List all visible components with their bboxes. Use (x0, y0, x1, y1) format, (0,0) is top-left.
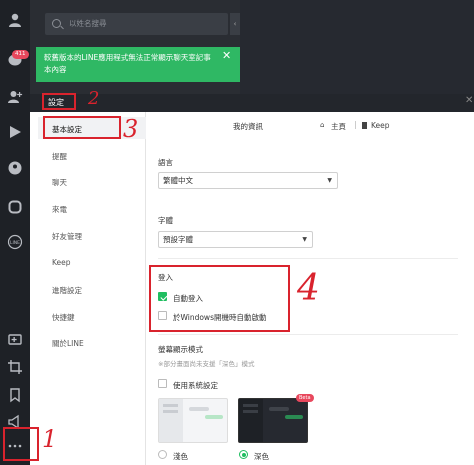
dark-mode-note: ※部分畫面尚未支援「深色」模式 (158, 360, 255, 368)
video-call-icon[interactable] (7, 331, 23, 347)
display-mode-label: 螢幕顯示模式 (158, 345, 203, 354)
language-value: 繁體中文 (163, 176, 193, 185)
keep-icon[interactable] (362, 122, 367, 129)
annotation-number: 2 (88, 88, 100, 109)
sidebar-item-advanced[interactable]: 進階設定 (52, 285, 82, 296)
font-label: 字體 (158, 216, 173, 225)
chevron-down-icon: ▼ (327, 177, 332, 184)
square-icon[interactable] (7, 199, 23, 215)
annotation-box-login (149, 265, 290, 332)
annotation-number: 1 (42, 425, 58, 453)
language-select[interactable]: 繁體中文 ▼ (158, 172, 338, 189)
breadcrumb-divider (355, 121, 356, 129)
chat-view-background (240, 0, 474, 94)
sidebar-item-keep[interactable]: Keep (52, 258, 71, 267)
light-theme-radio[interactable] (158, 450, 167, 459)
line-circle-icon[interactable]: LINE (7, 234, 23, 250)
keep-link[interactable]: Keep (371, 121, 390, 130)
my-info-title: 我的資訊 (233, 122, 263, 131)
sidebar-item-friends[interactable]: 好友管理 (52, 231, 82, 242)
beta-badge: Beta (296, 394, 314, 402)
collapse-panel-button[interactable]: ‹ (230, 13, 240, 35)
bookmark-icon[interactable] (7, 387, 23, 403)
unread-badge: 411 (12, 50, 29, 59)
annotation-number: 3 (123, 115, 139, 143)
light-theme-preview[interactable] (158, 398, 228, 443)
close-icon[interactable]: ✕ (222, 49, 231, 62)
chevron-down-icon: ▼ (302, 236, 307, 243)
sidebar-item-chats[interactable]: 聊天 (52, 177, 67, 188)
crop-icon[interactable] (7, 359, 23, 375)
sidebar-item-calls[interactable]: 來電 (52, 204, 67, 215)
section-divider (158, 258, 458, 259)
update-notice-banner: 較舊版本的LINE應用程式無法正常顯示聊天室記事本內容 (36, 47, 240, 82)
sidebar-item-shortcuts[interactable]: 快捷鍵 (52, 312, 75, 323)
dark-theme-preview[interactable] (238, 398, 308, 443)
search-icon (52, 19, 61, 28)
font-select[interactable]: 預設字體 ▼ (158, 231, 313, 248)
sidebar-item-notifications[interactable]: 提醒 (52, 151, 67, 162)
home-icon[interactable]: ⌂ (320, 121, 324, 129)
sidebar-item-about[interactable]: 關於LINE (52, 338, 84, 349)
settings-close-button[interactable]: ✕ (465, 95, 473, 106)
timeline-icon[interactable] (7, 160, 23, 176)
home-link[interactable]: 主頁 (331, 121, 346, 132)
annotation-box-basic (43, 116, 121, 139)
language-label: 語言 (158, 158, 173, 167)
use-system-checkbox[interactable] (158, 379, 167, 388)
svg-text:LINE: LINE (10, 240, 20, 246)
annotation-box-settings (42, 93, 76, 110)
section-divider (158, 334, 458, 335)
light-theme-label: 淺色 (173, 452, 188, 461)
play-icon[interactable] (7, 124, 23, 140)
font-value: 預設字體 (163, 235, 193, 244)
add-friend-icon[interactable] (7, 89, 23, 105)
search-input[interactable]: 以姓名搜尋 (45, 13, 228, 35)
dark-theme-radio[interactable] (239, 450, 248, 459)
dark-theme-label: 深色 (254, 452, 269, 461)
person-icon[interactable] (7, 12, 23, 28)
left-nav-rail: 411 LINE (0, 0, 30, 465)
use-system-label: 使用系統設定 (173, 381, 218, 390)
annotation-number: 4 (297, 268, 320, 309)
annotation-box-more (3, 427, 39, 461)
